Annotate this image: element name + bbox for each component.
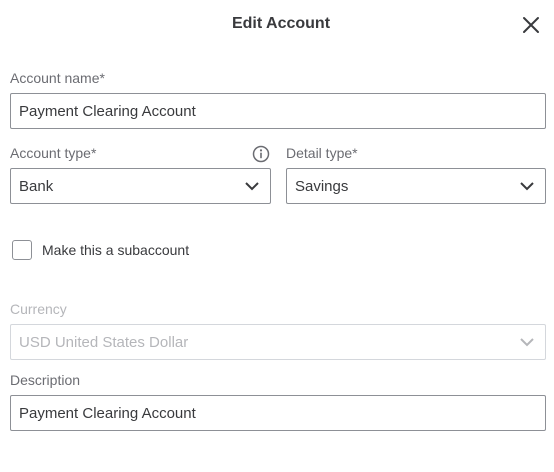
chevron-down-icon <box>509 169 545 203</box>
account-name-input[interactable]: Payment Clearing Account <box>10 93 546 129</box>
detail-type-select[interactable]: Savings <box>286 168 546 204</box>
account-name-label: Account name* <box>10 70 105 86</box>
chevron-down-icon <box>234 169 270 203</box>
subaccount-checkbox[interactable] <box>12 240 32 260</box>
detail-type-value: Savings <box>295 177 349 195</box>
subaccount-label[interactable]: Make this a subaccount <box>42 242 189 258</box>
chevron-down-icon <box>509 325 545 359</box>
detail-type-label: Detail type* <box>286 145 358 161</box>
info-icon[interactable] <box>252 145 270 163</box>
currency-select: USD United States Dollar <box>10 324 546 360</box>
description-value: Payment Clearing Account <box>19 404 196 422</box>
description-label: Description <box>10 372 81 388</box>
account-name-value: Payment Clearing Account <box>19 102 196 120</box>
account-type-value: Bank <box>19 177 54 195</box>
account-type-select[interactable]: Bank <box>10 168 271 204</box>
dialog-title: Edit Account <box>231 15 331 32</box>
close-icon <box>523 17 539 33</box>
description-input[interactable]: Payment Clearing Account <box>10 395 546 431</box>
currency-value: USD United States Dollar <box>19 333 189 351</box>
account-type-label: Account type* <box>10 145 97 161</box>
currency-label: Currency <box>10 301 67 317</box>
close-button[interactable] <box>520 14 542 36</box>
